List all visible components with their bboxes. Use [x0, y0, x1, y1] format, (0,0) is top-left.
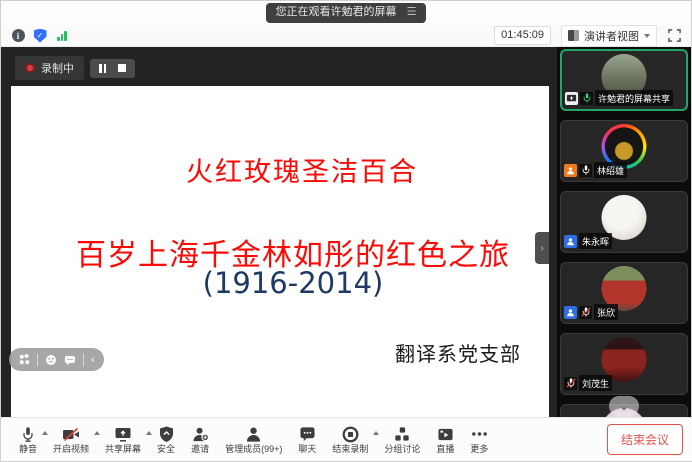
banner-menu-icon[interactable]: ☰: [407, 6, 417, 19]
person-icon: [245, 425, 262, 443]
participant-name: 刘茂生: [579, 375, 612, 391]
security-shield-icon[interactable]: ✓: [34, 29, 47, 43]
recording-controls: 录制中: [15, 56, 135, 80]
participants-sidebar: 许勉君的屏幕共享 林绍雄 朱永晖: [557, 47, 691, 419]
view-mode-button[interactable]: 演讲者视图: [561, 25, 657, 47]
sidebar-collapse-handle[interactable]: ›: [535, 232, 549, 264]
stop-recording-button[interactable]: 结束录制: [324, 425, 376, 454]
slide-footer: 翻译系党支部: [395, 338, 521, 367]
stop-recording-button[interactable]: [118, 64, 126, 72]
shared-screen-stage: 火红玫瑰圣洁百合 百岁上海千金林如彤的红色之旅 (1916-2014) 翻译系党…: [1, 47, 559, 419]
recording-indicator: 录制中: [15, 56, 84, 80]
chat-bubble-icon[interactable]: [64, 354, 76, 366]
end-meeting-button[interactable]: 结束会议: [607, 424, 683, 455]
more-dots-icon: [471, 425, 488, 443]
chat-icon: [299, 425, 316, 443]
live-stream-button[interactable]: 直播: [428, 425, 462, 454]
info-icon[interactable]: i: [12, 29, 25, 42]
mic-muted-icon: [564, 377, 577, 390]
emoji-icon[interactable]: [45, 354, 57, 366]
fullscreen-icon[interactable]: [667, 29, 681, 43]
meeting-toolbar: 静音 开启视频 共享屏幕: [1, 417, 692, 461]
mic-on-icon: [580, 92, 593, 105]
invite-button[interactable]: 邀请: [183, 425, 217, 454]
start-video-button[interactable]: 开启视频: [45, 425, 97, 454]
live-icon: [437, 425, 454, 443]
participant-name: 朱永晖: [579, 233, 612, 249]
mic-icon: [20, 425, 36, 443]
mute-button[interactable]: 静音: [11, 425, 45, 454]
watching-screen-pill[interactable]: 您正在观看许勉君的屏幕 ☰: [266, 3, 427, 22]
person-add-icon: [192, 425, 209, 443]
pause-recording-button[interactable]: [99, 64, 106, 73]
participant-tile[interactable]: 张欣: [560, 262, 688, 324]
collapse-left-icon[interactable]: ‹: [91, 354, 95, 366]
breakout-rooms-button[interactable]: 分组讨论: [376, 425, 428, 454]
network-signal-icon[interactable]: [55, 30, 69, 41]
more-button[interactable]: 更多: [462, 425, 496, 454]
recording-label: 录制中: [41, 60, 74, 76]
share-screen-icon: [114, 425, 132, 443]
mic-muted-icon: [579, 306, 592, 319]
participant-tile[interactable]: 刘茂生: [560, 333, 688, 395]
top-banner: 您正在观看许勉君的屏幕 ☰: [1, 1, 691, 25]
shield-icon: [159, 425, 174, 443]
record-stop-icon: [342, 425, 359, 443]
participant-tile-screen-share[interactable]: 许勉君的屏幕共享: [560, 49, 688, 111]
member-icon: [564, 235, 577, 248]
participant-name: 林绍雄: [594, 162, 627, 178]
share-screen-button[interactable]: 共享屏幕: [97, 425, 149, 454]
slide-years: (1916-2014): [24, 266, 562, 300]
meeting-header: i ✓ 01:45:09 演讲者视图: [1, 25, 691, 47]
recording-dot-icon: [25, 63, 35, 73]
camera-off-icon: [62, 425, 80, 443]
layout-icon: [568, 30, 579, 41]
member-icon: [564, 164, 577, 177]
chevron-down-icon: [644, 34, 650, 38]
apps-grid-icon[interactable]: [18, 354, 30, 366]
participant-tile[interactable]: 朱永晖: [560, 191, 688, 253]
slide-title: 火红玫瑰圣洁百合: [33, 150, 571, 189]
participant-name: 张欣: [594, 304, 618, 320]
security-button[interactable]: 安全: [149, 425, 183, 454]
reaction-toolbar: ‹: [9, 348, 104, 371]
screen-share-icon: [565, 92, 578, 105]
participant-tile[interactable]: 林绍雄: [560, 120, 688, 182]
chat-button[interactable]: 聊天: [290, 425, 324, 454]
mic-on-icon: [579, 164, 592, 177]
scroll-down-button[interactable]: ⌄: [609, 396, 639, 416]
meeting-timer: 01:45:09: [494, 26, 551, 44]
breakout-icon: [394, 425, 410, 443]
view-mode-label: 演讲者视图: [584, 28, 639, 44]
manage-members-button[interactable]: 管理成员(99+): [217, 425, 290, 454]
participant-name: 许勉君的屏幕共享: [595, 90, 673, 106]
watching-screen-text: 您正在观看许勉君的屏幕: [276, 6, 397, 19]
member-icon: [564, 306, 577, 319]
